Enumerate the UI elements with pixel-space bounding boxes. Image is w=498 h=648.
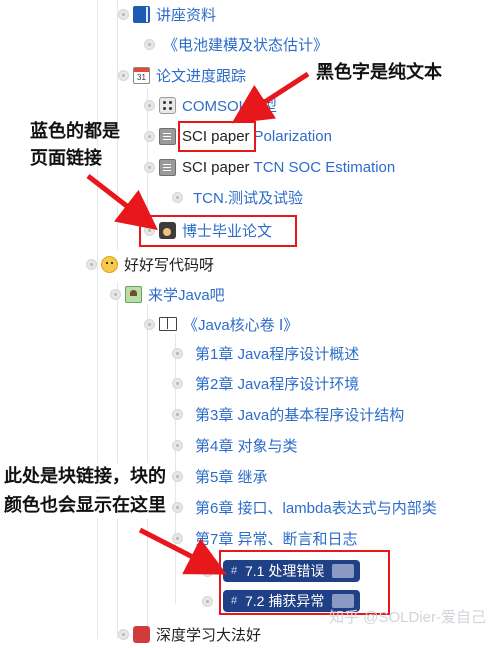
arrow-plain-text: [231, 71, 310, 124]
watermark: 知乎 @SOLDier-爱自己: [329, 609, 486, 626]
arrow-blue-links: [86, 174, 158, 231]
annotation-arrows: [86, 71, 310, 575]
arrow-block-links: [138, 527, 227, 575]
